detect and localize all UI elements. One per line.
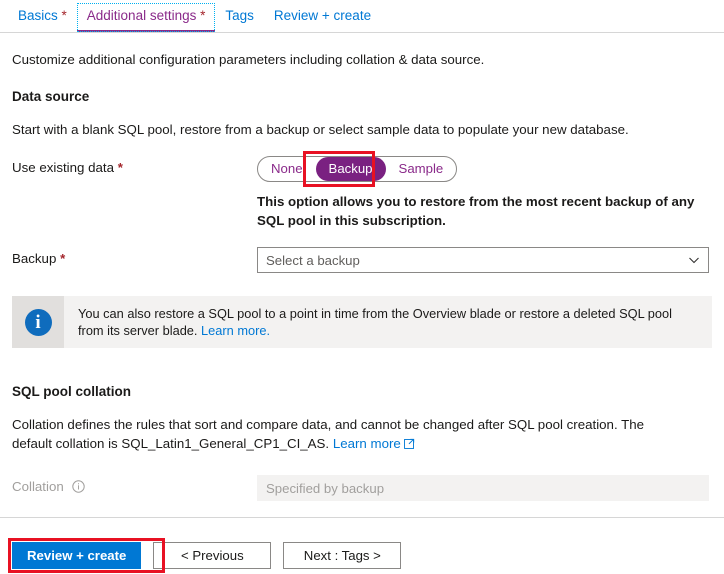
review-create-button-wrap: Review + create [8, 537, 165, 573]
review-create-button[interactable]: Review + create [12, 541, 142, 569]
info-icon: i [24, 308, 52, 336]
info-banner-text-container: You can also restore a SQL pool to a poi… [64, 296, 690, 348]
collation-row: Collation Specified by backup [12, 475, 712, 501]
collation-field: Specified by backup [257, 475, 712, 501]
data-source-section-title: Data source [12, 89, 90, 104]
backup-dropdown[interactable]: Select a backup [257, 247, 709, 273]
use-existing-data-label: Use existing data * [12, 156, 257, 178]
tab-tags-label: Tags [225, 8, 254, 23]
backup-row: Backup * Select a backup [12, 247, 712, 273]
collation-value: Specified by backup [266, 480, 385, 496]
collation-section-description: Collation defines the rules that sort an… [12, 415, 684, 453]
collation-content: SQL pool collation Collation defines the… [0, 384, 724, 501]
backup-label-text: Backup [12, 251, 57, 266]
backup-label: Backup * [12, 247, 257, 269]
collation-label: Collation [12, 475, 257, 497]
use-existing-data-row: Use existing data * None Backup Sample T… [12, 151, 712, 230]
external-link-icon [403, 435, 415, 449]
collation-description-text: Collation defines the rules that sort an… [12, 417, 645, 451]
tab-basics[interactable]: Basics * [8, 3, 77, 32]
collation-label-text: Collation [12, 479, 64, 494]
wizard-footer: Review + create < Previous Next : Tags > [0, 518, 724, 574]
use-existing-data-field: None Backup Sample This option allows yo… [257, 151, 712, 230]
collation-learn-more-link[interactable]: Learn more [333, 436, 415, 451]
chevron-down-icon [688, 254, 700, 266]
info-banner-icon-container: i [12, 296, 64, 348]
wizard-tab-strip: Basics * Additional settings * Tags Revi… [0, 0, 724, 33]
info-banner-text: You can also restore a SQL pool to a poi… [78, 306, 672, 338]
backup-required-marker: * [60, 251, 66, 266]
main-content: Customize additional configuration param… [0, 51, 724, 273]
previous-button[interactable]: < Previous [153, 541, 272, 569]
segment-option-backup[interactable]: Backup [315, 157, 386, 181]
info-banner: i You can also restore a SQL pool to a p… [12, 296, 712, 348]
tab-review-create[interactable]: Review + create [264, 3, 381, 32]
backup-field: Select a backup [257, 247, 712, 273]
info-banner-learn-more-link[interactable]: Learn more. [201, 323, 270, 338]
collation-input: Specified by backup [257, 475, 709, 501]
segment-option-sample[interactable]: Sample [386, 157, 457, 181]
data-source-description: Start with a blank SQL pool, restore fro… [12, 122, 629, 137]
page-intro-text: Customize additional configuration param… [12, 52, 485, 67]
use-existing-data-label-text: Use existing data [12, 160, 114, 175]
tab-review-create-label: Review + create [273, 8, 372, 23]
tab-basics-required-marker: * [57, 8, 67, 23]
use-existing-data-segmented-wrap: None Backup Sample [257, 151, 458, 187]
use-existing-data-segmented-control: None Backup Sample [257, 156, 458, 182]
next-tags-button[interactable]: Next : Tags > [283, 541, 402, 569]
backup-dropdown-value: Select a backup [266, 252, 360, 268]
tab-additional-settings-required-marker: * [196, 8, 206, 23]
use-existing-data-required-marker: * [117, 160, 123, 175]
use-existing-data-helper-text: This option allows you to restore from t… [257, 194, 695, 228]
collation-section-title: SQL pool collation [12, 384, 132, 399]
collation-learn-more-label: Learn more [332, 436, 401, 451]
tab-basics-label: Basics [18, 8, 58, 23]
tab-additional-settings[interactable]: Additional settings * [76, 3, 216, 32]
segment-option-none[interactable]: None [258, 157, 316, 181]
tab-additional-settings-label: Additional settings [86, 8, 197, 23]
info-circle-icon[interactable] [72, 479, 86, 493]
tab-tags[interactable]: Tags [215, 3, 264, 32]
